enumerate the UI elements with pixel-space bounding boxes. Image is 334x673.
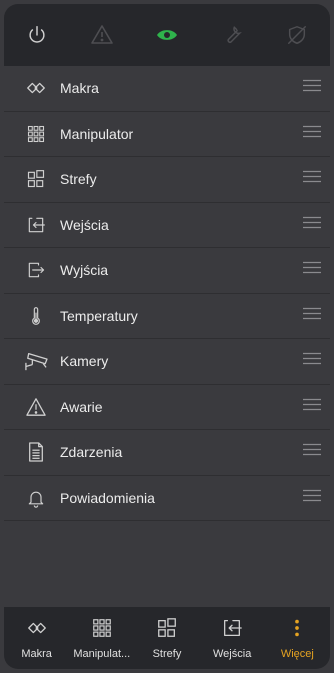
menu-item-manipulator[interactable]: Manipulator [4,112,330,157]
power-icon[interactable] [19,17,55,53]
input-icon [221,617,243,644]
menu-item-label: Temperatury [60,307,138,324]
menu-item-label: Makra [60,80,99,97]
menu-item-label: Zdarzenia [60,444,123,461]
bell-icon [16,487,56,509]
thermometer-icon [16,305,56,327]
drag-handle-icon[interactable] [302,488,322,507]
tab-label: Manipulat... [73,647,131,660]
menu-item-powiadomienia[interactable]: Powiadomienia [4,476,330,521]
app-frame: Makra Manipulator Strefy Wejścia Wyjścia… [4,4,330,669]
drag-handle-icon[interactable] [302,306,322,325]
menu-item-label: Powiadomienia [60,489,155,506]
menu-item-label: Wejścia [60,216,109,233]
warning-icon [16,397,56,417]
camera-icon [16,350,56,372]
tab-manipulator[interactable]: Manipulat... [71,607,133,669]
tab-wiecej[interactable]: Więcej [266,607,328,669]
menu-item-label: Strefy [60,171,97,188]
menu-item-wyjscia[interactable]: Wyjścia [4,248,330,294]
zones-icon [16,169,56,189]
input-icon [16,215,56,235]
bottom-navigation: Makra Manipulat... Strefy Wejścia Więcej [4,607,330,669]
tab-strefy[interactable]: Strefy [136,607,198,669]
menu-item-makra[interactable]: Makra [4,66,330,112]
keypad-icon [16,124,56,144]
tab-wejscia[interactable]: Wejścia [201,607,263,669]
drag-handle-icon[interactable] [302,261,322,280]
more-vert-icon [286,617,308,644]
drag-handle-icon[interactable] [302,397,322,416]
tab-makra[interactable]: Makra [6,607,68,669]
tab-label: Makra [21,647,52,660]
drag-handle-icon[interactable] [302,443,322,462]
shield-off-icon[interactable] [279,17,315,53]
warning-icon[interactable] [84,17,120,53]
tab-label: Wejścia [213,647,252,660]
tab-label: Więcej [280,647,314,660]
output-icon [16,260,56,280]
menu-item-label: Manipulator [60,125,134,142]
zones-icon [156,617,178,644]
menu-list: Makra Manipulator Strefy Wejścia Wyjścia… [4,66,330,521]
drag-handle-icon[interactable] [302,352,322,371]
eye-icon[interactable] [149,17,185,53]
menu-item-awarie[interactable]: Awarie [4,385,330,430]
menu-item-label: Wyjścia [60,262,109,279]
menu-item-label: Kamery [60,353,109,370]
makra-icon [26,617,48,644]
drag-handle-icon[interactable] [302,215,322,234]
menu-item-wejscia[interactable]: Wejścia [4,203,330,248]
makra-icon [16,77,56,99]
menu-item-temperatury[interactable]: Temperatury [4,294,330,339]
menu-item-label: Awarie [60,398,103,415]
drag-handle-icon[interactable] [302,170,322,189]
menu-item-kamery[interactable]: Kamery [4,339,330,385]
document-icon [16,441,56,463]
tab-label: Strefy [152,647,182,660]
top-status-bar [4,4,330,66]
wrench-icon[interactable] [214,17,250,53]
menu-item-zdarzenia[interactable]: Zdarzenia [4,430,330,476]
menu-item-strefy[interactable]: Strefy [4,157,330,203]
drag-handle-icon[interactable] [302,79,322,98]
keypad-icon [91,617,113,644]
drag-handle-icon[interactable] [302,124,322,143]
